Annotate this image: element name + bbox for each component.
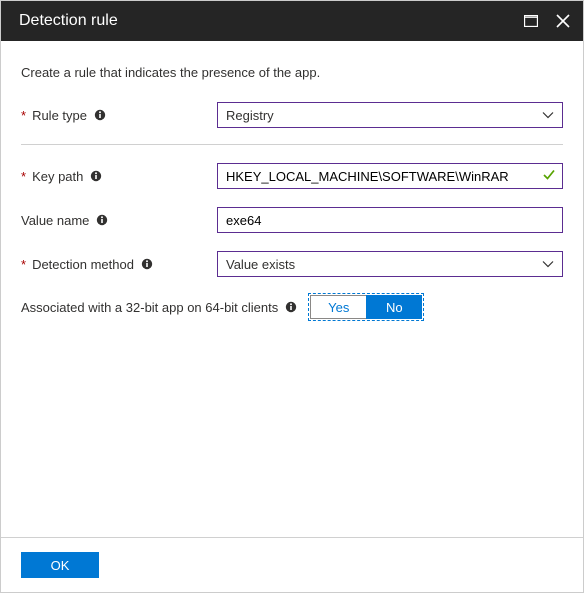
label-associated-32bit: Associated with a 32-bit app on 64-bit c…: [21, 300, 298, 315]
description-text: Create a rule that indicates the presenc…: [21, 65, 563, 80]
label-key-path: * Key path: [21, 169, 217, 184]
rule-type-select[interactable]: Registry: [217, 102, 563, 128]
toggle-yes-button[interactable]: Yes: [310, 295, 366, 319]
maximize-icon[interactable]: [521, 11, 541, 31]
label-detection-method-text: Detection method: [32, 257, 134, 272]
check-icon: [542, 168, 556, 185]
label-rule-type-text: Rule type: [32, 108, 87, 123]
dialog-header: Detection rule: [1, 1, 583, 41]
info-icon[interactable]: [89, 169, 103, 183]
row-detection-method: * Detection method Value exists: [21, 249, 563, 279]
associated-32bit-toggle: Yes No: [308, 293, 424, 321]
label-rule-type: * Rule type: [21, 108, 217, 123]
control-key-path: [217, 163, 563, 189]
divider: [21, 144, 563, 145]
row-key-path: * Key path: [21, 161, 563, 191]
label-value-name-text: Value name: [21, 213, 89, 228]
header-actions: [521, 11, 573, 31]
row-value-name: Value name: [21, 205, 563, 235]
label-key-path-text: Key path: [32, 169, 83, 184]
dialog-title: Detection rule: [19, 12, 521, 30]
required-marker: *: [21, 108, 26, 123]
close-icon[interactable]: [553, 11, 573, 31]
chevron-down-icon: [542, 257, 554, 272]
info-icon[interactable]: [95, 213, 109, 227]
row-associated-32bit: Associated with a 32-bit app on 64-bit c…: [21, 293, 563, 321]
dialog-content: Create a rule that indicates the presenc…: [1, 41, 583, 537]
key-path-input[interactable]: [217, 163, 563, 189]
info-icon[interactable]: [93, 108, 107, 122]
row-rule-type: * Rule type Registry: [21, 100, 563, 130]
label-associated-32bit-text: Associated with a 32-bit app on 64-bit c…: [21, 300, 278, 315]
label-value-name: Value name: [21, 213, 217, 228]
detection-method-value: Value exists: [226, 257, 295, 272]
info-icon[interactable]: [140, 257, 154, 271]
ok-button[interactable]: OK: [21, 552, 99, 578]
required-marker: *: [21, 257, 26, 272]
control-detection-method: Value exists: [217, 251, 563, 277]
info-icon[interactable]: [284, 300, 298, 314]
required-marker: *: [21, 169, 26, 184]
toggle-no-button[interactable]: No: [366, 295, 422, 319]
dialog-footer: OK: [1, 537, 583, 592]
rule-type-value: Registry: [226, 108, 274, 123]
control-rule-type: Registry: [217, 102, 563, 128]
control-value-name: [217, 207, 563, 233]
value-name-input[interactable]: [217, 207, 563, 233]
chevron-down-icon: [542, 108, 554, 123]
detection-method-select[interactable]: Value exists: [217, 251, 563, 277]
label-detection-method: * Detection method: [21, 257, 217, 272]
